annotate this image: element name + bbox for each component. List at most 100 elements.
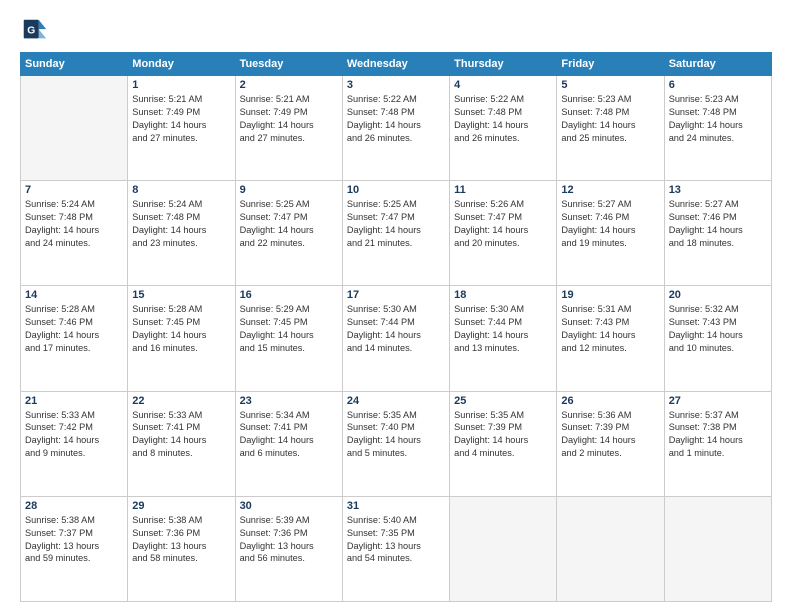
day-number: 23 [240, 395, 338, 407]
day-info: Sunrise: 5:37 AMSunset: 7:38 PMDaylight:… [669, 409, 767, 461]
calendar-cell: 30 Sunrise: 5:39 AMSunset: 7:36 PMDayligh… [235, 496, 342, 601]
day-info: Sunrise: 5:30 AMSunset: 7:44 PMDaylight:… [347, 303, 445, 355]
calendar-cell: 5 Sunrise: 5:23 AMSunset: 7:48 PMDaylight… [557, 76, 664, 181]
day-info: Sunrise: 5:23 AMSunset: 7:48 PMDaylight:… [561, 93, 659, 145]
calendar-cell: 29 Sunrise: 5:38 AMSunset: 7:36 PMDayligh… [128, 496, 235, 601]
day-info: Sunrise: 5:21 AMSunset: 7:49 PMDaylight:… [240, 93, 338, 145]
day-info: Sunrise: 5:35 AMSunset: 7:39 PMDaylight:… [454, 409, 552, 461]
calendar-cell: 20 Sunrise: 5:32 AMSunset: 7:43 PMDayligh… [664, 286, 771, 391]
day-number: 27 [669, 395, 767, 407]
calendar-header-saturday: Saturday [664, 53, 771, 76]
calendar-cell: 14 Sunrise: 5:28 AMSunset: 7:46 PMDayligh… [21, 286, 128, 391]
header: G [20, 16, 772, 44]
calendar-cell: 23 Sunrise: 5:34 AMSunset: 7:41 PMDayligh… [235, 391, 342, 496]
calendar-cell: 13Sunrise: 5:27 AMSunset: 7:46 PMDayligh… [664, 181, 771, 286]
svg-text:G: G [27, 26, 35, 37]
page: G SundayMondayTuesdayWednesdayThursdayFr… [0, 0, 792, 612]
calendar-header-sunday: Sunday [21, 53, 128, 76]
calendar-cell: 16 Sunrise: 5:29 AMSunset: 7:45 PMDayligh… [235, 286, 342, 391]
day-number: 10 [347, 184, 445, 196]
calendar-cell: 11 Sunrise: 5:26 AMSunset: 7:47 PMDayligh… [450, 181, 557, 286]
calendar-cell [664, 496, 771, 601]
day-info: Sunrise: 5:26 AMSunset: 7:47 PMDaylight:… [454, 198, 552, 250]
day-number: 30 [240, 500, 338, 512]
day-number: 3 [347, 79, 445, 91]
day-info: Sunrise: 5:33 AMSunset: 7:42 PMDaylight:… [25, 409, 123, 461]
day-info: Sunrise: 5:30 AMSunset: 7:44 PMDaylight:… [454, 303, 552, 355]
calendar-week-5: 28Sunrise: 5:38 AMSunset: 7:37 PMDayligh… [21, 496, 772, 601]
calendar-cell: 24 Sunrise: 5:35 AMSunset: 7:40 PMDayligh… [342, 391, 449, 496]
calendar-cell: 26Sunrise: 5:36 AMSunset: 7:39 PMDayligh… [557, 391, 664, 496]
day-info: Sunrise: 5:22 AMSunset: 7:48 PMDaylight:… [347, 93, 445, 145]
day-info: Sunrise: 5:34 AMSunset: 7:41 PMDaylight:… [240, 409, 338, 461]
calendar-cell: 6Sunrise: 5:23 AMSunset: 7:48 PMDaylight… [664, 76, 771, 181]
day-number: 4 [454, 79, 552, 91]
day-info: Sunrise: 5:21 AMSunset: 7:49 PMDaylight:… [132, 93, 230, 145]
calendar-header-row: SundayMondayTuesdayWednesdayThursdayFrid… [21, 53, 772, 76]
logo-icon: G [20, 16, 48, 44]
day-number: 11 [454, 184, 552, 196]
day-info: Sunrise: 5:31 AMSunset: 7:43 PMDaylight:… [561, 303, 659, 355]
calendar-table: SundayMondayTuesdayWednesdayThursdayFrid… [20, 52, 772, 602]
day-info: Sunrise: 5:24 AMSunset: 7:48 PMDaylight:… [132, 198, 230, 250]
calendar-cell: 9Sunrise: 5:25 AMSunset: 7:47 PMDaylight… [235, 181, 342, 286]
calendar-cell: 2Sunrise: 5:21 AMSunset: 7:49 PMDaylight… [235, 76, 342, 181]
day-number: 7 [25, 184, 123, 196]
day-number: 21 [25, 395, 123, 407]
calendar-week-2: 7 Sunrise: 5:24 AMSunset: 7:48 PMDaylight… [21, 181, 772, 286]
day-info: Sunrise: 5:40 AMSunset: 7:35 PMDaylight:… [347, 514, 445, 566]
day-number: 12 [561, 184, 659, 196]
day-number: 19 [561, 289, 659, 301]
day-number: 1 [132, 79, 230, 91]
day-info: Sunrise: 5:32 AMSunset: 7:43 PMDaylight:… [669, 303, 767, 355]
calendar-cell: 4Sunrise: 5:22 AMSunset: 7:48 PMDaylight… [450, 76, 557, 181]
calendar-cell: 25Sunrise: 5:35 AMSunset: 7:39 PMDayligh… [450, 391, 557, 496]
calendar-header-wednesday: Wednesday [342, 53, 449, 76]
calendar-cell: 10 Sunrise: 5:25 AMSunset: 7:47 PMDayligh… [342, 181, 449, 286]
calendar-cell: 31Sunrise: 5:40 AMSunset: 7:35 PMDayligh… [342, 496, 449, 601]
day-info: Sunrise: 5:35 AMSunset: 7:40 PMDaylight:… [347, 409, 445, 461]
calendar-cell [21, 76, 128, 181]
calendar-cell: 8 Sunrise: 5:24 AMSunset: 7:48 PMDaylight… [128, 181, 235, 286]
day-info: Sunrise: 5:38 AMSunset: 7:37 PMDaylight:… [25, 514, 123, 566]
day-number: 29 [132, 500, 230, 512]
day-number: 22 [132, 395, 230, 407]
calendar-cell: 3 Sunrise: 5:22 AMSunset: 7:48 PMDaylight… [342, 76, 449, 181]
day-number: 20 [669, 289, 767, 301]
calendar-cell: 21 Sunrise: 5:33 AMSunset: 7:42 PMDayligh… [21, 391, 128, 496]
day-info: Sunrise: 5:27 AMSunset: 7:46 PMDaylight:… [561, 198, 659, 250]
day-number: 6 [669, 79, 767, 91]
calendar-header-monday: Monday [128, 53, 235, 76]
day-info: Sunrise: 5:24 AMSunset: 7:48 PMDaylight:… [25, 198, 123, 250]
calendar-header-thursday: Thursday [450, 53, 557, 76]
calendar-cell: 19 Sunrise: 5:31 AMSunset: 7:43 PMDayligh… [557, 286, 664, 391]
calendar-cell: 18 Sunrise: 5:30 AMSunset: 7:44 PMDayligh… [450, 286, 557, 391]
day-number: 15 [132, 289, 230, 301]
day-number: 14 [25, 289, 123, 301]
calendar-cell: 22 Sunrise: 5:33 AMSunset: 7:41 PMDayligh… [128, 391, 235, 496]
calendar-week-4: 21 Sunrise: 5:33 AMSunset: 7:42 PMDayligh… [21, 391, 772, 496]
day-info: Sunrise: 5:28 AMSunset: 7:46 PMDaylight:… [25, 303, 123, 355]
day-info: Sunrise: 5:33 AMSunset: 7:41 PMDaylight:… [132, 409, 230, 461]
day-number: 5 [561, 79, 659, 91]
calendar-cell: 28Sunrise: 5:38 AMSunset: 7:37 PMDayligh… [21, 496, 128, 601]
day-number: 9 [240, 184, 338, 196]
logo: G [20, 16, 52, 44]
day-info: Sunrise: 5:36 AMSunset: 7:39 PMDaylight:… [561, 409, 659, 461]
day-number: 17 [347, 289, 445, 301]
calendar-cell: 12 Sunrise: 5:27 AMSunset: 7:46 PMDayligh… [557, 181, 664, 286]
day-number: 24 [347, 395, 445, 407]
calendar-cell: 1 Sunrise: 5:21 AMSunset: 7:49 PMDaylight… [128, 76, 235, 181]
day-info: Sunrise: 5:29 AMSunset: 7:45 PMDaylight:… [240, 303, 338, 355]
day-info: Sunrise: 5:38 AMSunset: 7:36 PMDaylight:… [132, 514, 230, 566]
calendar-cell: 17 Sunrise: 5:30 AMSunset: 7:44 PMDayligh… [342, 286, 449, 391]
day-info: Sunrise: 5:39 AMSunset: 7:36 PMDaylight:… [240, 514, 338, 566]
day-number: 8 [132, 184, 230, 196]
day-number: 18 [454, 289, 552, 301]
day-number: 16 [240, 289, 338, 301]
day-info: Sunrise: 5:25 AMSunset: 7:47 PMDaylight:… [347, 198, 445, 250]
calendar-header-tuesday: Tuesday [235, 53, 342, 76]
calendar-cell: 15Sunrise: 5:28 AMSunset: 7:45 PMDayligh… [128, 286, 235, 391]
calendar-cell [557, 496, 664, 601]
calendar-cell: 7 Sunrise: 5:24 AMSunset: 7:48 PMDaylight… [21, 181, 128, 286]
